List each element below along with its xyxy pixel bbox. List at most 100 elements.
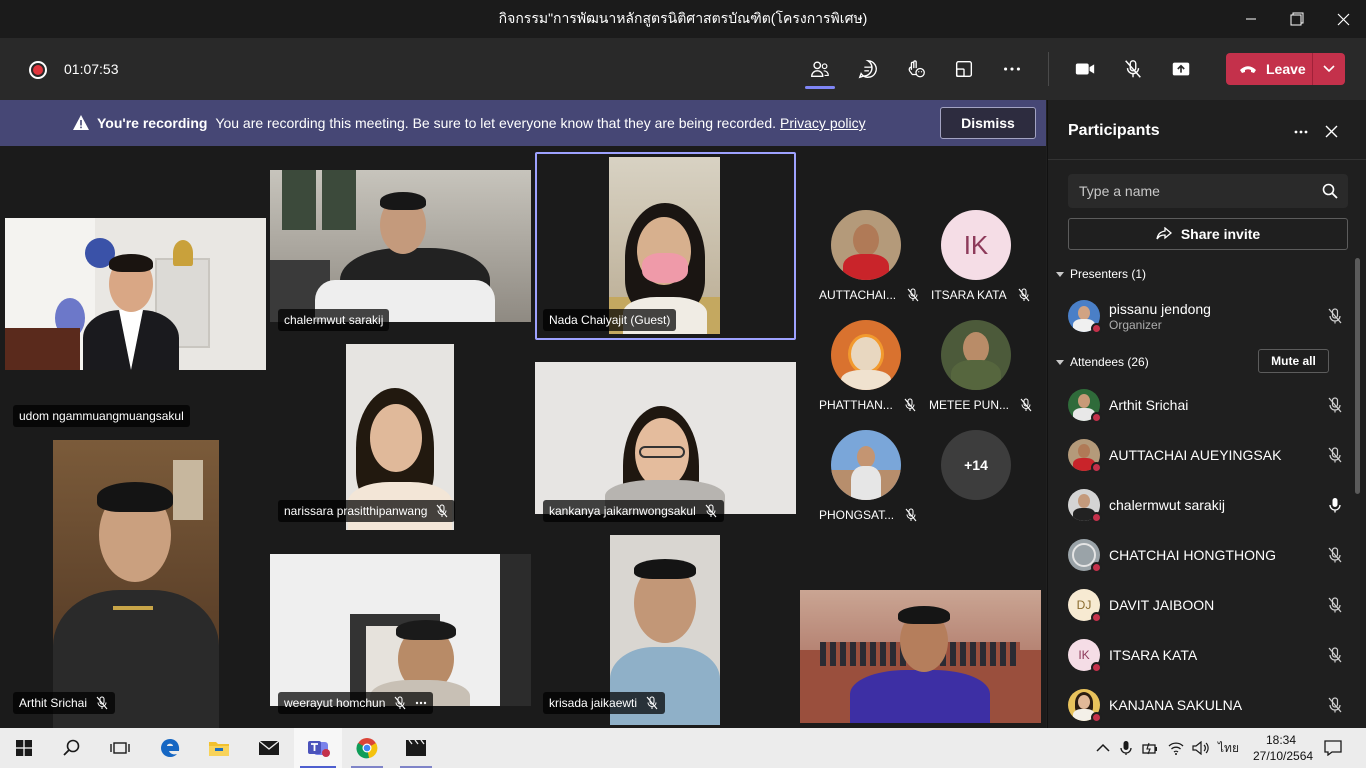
microphone-muted-icon[interactable] bbox=[1326, 396, 1344, 414]
system-tray: ไทย bbox=[1096, 728, 1239, 768]
microphone-muted-icon bbox=[904, 398, 916, 412]
privacy-policy-link[interactable]: Privacy policy bbox=[780, 115, 866, 131]
dismiss-button[interactable]: Dismiss bbox=[940, 107, 1036, 139]
file-explorer-icon[interactable] bbox=[195, 728, 243, 768]
reactions-icon[interactable] bbox=[902, 55, 930, 83]
microphone-muted-icon[interactable] bbox=[1326, 696, 1344, 714]
video-stage: udom ngammuangmuangsakul chalermwut sara… bbox=[0, 146, 1046, 728]
avatar bbox=[1068, 489, 1102, 523]
more-options-icon[interactable] bbox=[415, 701, 427, 705]
participant-row[interactable]: DJ DAVIT JAIBOON bbox=[1068, 585, 1350, 625]
banner-message: You are recording this meeting. Be sure … bbox=[215, 115, 777, 131]
presenters-section-header[interactable]: Presenters (1) bbox=[1056, 267, 1146, 281]
video-tile[interactable] bbox=[53, 440, 219, 728]
participant-name: pissanu jendong bbox=[1109, 300, 1211, 317]
microphone-muted-icon bbox=[394, 696, 406, 710]
teams-icon[interactable] bbox=[294, 728, 342, 768]
microphone-icon[interactable] bbox=[1326, 496, 1344, 514]
avatar bbox=[1068, 389, 1102, 423]
tile-nameplate: udom ngammuangmuangsakul bbox=[13, 405, 190, 427]
tile-nameplate: Arthit Srichai bbox=[13, 692, 116, 714]
wifi-icon[interactable] bbox=[1168, 741, 1184, 755]
video-tile[interactable] bbox=[270, 170, 531, 322]
microphone-muted-icon bbox=[1018, 288, 1030, 302]
recording-indicator-icon bbox=[29, 61, 47, 79]
video-tile[interactable] bbox=[535, 362, 796, 514]
battery-icon[interactable] bbox=[1142, 741, 1158, 755]
notifications-icon[interactable] bbox=[1310, 728, 1356, 768]
participant-name: AUTTACHAI AUEYINGSAK bbox=[1109, 447, 1282, 463]
self-view-tile[interactable] bbox=[800, 590, 1041, 723]
video-editor-icon[interactable] bbox=[392, 728, 440, 768]
close-icon[interactable] bbox=[1320, 0, 1366, 38]
microphone-muted-icon[interactable] bbox=[1326, 446, 1344, 464]
input-language[interactable]: ไทย bbox=[1218, 739, 1239, 758]
more-options-icon[interactable] bbox=[1290, 122, 1312, 142]
roster-name: ITSARA KATA bbox=[931, 288, 1031, 302]
participant-row[interactable]: KANJANA SAKULNA bbox=[1068, 685, 1350, 725]
windows-start-icon[interactable] bbox=[0, 728, 48, 768]
microphone-muted-icon[interactable] bbox=[1326, 546, 1344, 564]
participant-avatar[interactable] bbox=[831, 430, 901, 500]
chevron-up-icon[interactable] bbox=[1096, 743, 1110, 753]
participants-icon[interactable] bbox=[806, 55, 834, 83]
share-invite-label: Share invite bbox=[1180, 226, 1261, 242]
microphone-muted-icon[interactable] bbox=[1119, 55, 1147, 83]
participant-name: CHATCHAI HONGTHONG bbox=[1109, 547, 1276, 563]
roster-name: AUTTACHAI... bbox=[819, 288, 920, 302]
microphone-muted-icon[interactable] bbox=[1326, 307, 1344, 325]
participants-panel: Participants Share invite Presenters (1) bbox=[1047, 100, 1366, 728]
panel-scrollbar[interactable] bbox=[1355, 258, 1360, 494]
chrome-icon[interactable] bbox=[343, 728, 391, 768]
video-tile[interactable] bbox=[270, 554, 531, 706]
restore-icon[interactable] bbox=[1274, 0, 1320, 38]
participant-name: DAVIT JAIBOON bbox=[1109, 597, 1215, 613]
edge-icon[interactable] bbox=[146, 728, 194, 768]
participant-name: ITSARA KATA bbox=[1109, 647, 1198, 663]
camera-icon[interactable] bbox=[1071, 55, 1099, 83]
participant-avatar[interactable] bbox=[831, 320, 901, 390]
mute-all-button[interactable]: Mute all bbox=[1258, 349, 1329, 373]
microphone-muted-icon[interactable] bbox=[1326, 596, 1344, 614]
more-participants-button[interactable]: +14 bbox=[941, 430, 1011, 500]
participant-avatar[interactable]: IK bbox=[941, 210, 1011, 280]
microphone-muted-icon bbox=[1020, 398, 1032, 412]
microphone-muted-icon bbox=[646, 696, 658, 710]
video-tile[interactable] bbox=[5, 218, 266, 370]
tile-nameplate: kankanya jaikarnwongsakul bbox=[543, 500, 724, 522]
leave-main[interactable]: Leave bbox=[1226, 53, 1312, 85]
microphone-muted-icon[interactable] bbox=[1326, 646, 1344, 664]
search-icon[interactable] bbox=[1322, 183, 1338, 199]
leave-button[interactable]: Leave bbox=[1226, 53, 1345, 85]
task-view-icon[interactable] bbox=[96, 728, 144, 768]
close-panel-icon[interactable] bbox=[1320, 120, 1342, 142]
mail-icon[interactable] bbox=[245, 728, 293, 768]
participant-row[interactable]: Arthit Srichai bbox=[1068, 385, 1350, 425]
search-input[interactable] bbox=[1068, 174, 1348, 208]
breakout-rooms-icon[interactable] bbox=[950, 55, 978, 83]
microphone-icon[interactable] bbox=[1120, 740, 1132, 756]
volume-icon[interactable] bbox=[1192, 741, 1210, 755]
more-actions-icon[interactable] bbox=[998, 55, 1026, 83]
participant-avatar[interactable] bbox=[941, 320, 1011, 390]
chat-icon[interactable] bbox=[854, 55, 882, 83]
meeting-timer: 01:07:53 bbox=[64, 61, 119, 77]
chevron-down-icon[interactable] bbox=[1313, 65, 1345, 73]
avatar: IK bbox=[1068, 639, 1102, 673]
participant-row[interactable]: IK ITSARA KATA bbox=[1068, 635, 1350, 675]
participant-row[interactable]: chalermwut sarakij bbox=[1068, 485, 1350, 525]
minimize-icon[interactable] bbox=[1228, 0, 1274, 38]
share-screen-icon[interactable] bbox=[1167, 55, 1195, 83]
taskbar-clock[interactable]: 18:34 27/10/2564 bbox=[1253, 732, 1313, 764]
participant-row[interactable]: pissanu jendong Organizer bbox=[1068, 296, 1350, 336]
participant-avatar[interactable] bbox=[831, 210, 901, 280]
share-invite-button[interactable]: Share invite bbox=[1068, 218, 1348, 250]
tile-nameplate: narissara prasitthipanwang bbox=[278, 500, 456, 522]
attendees-section-header[interactable]: Attendees (26) bbox=[1056, 355, 1149, 369]
participant-row[interactable]: AUTTACHAI AUEYINGSAK bbox=[1068, 435, 1350, 475]
tile-nameplate: weerayut homchun bbox=[278, 692, 434, 714]
active-tab-indicator bbox=[805, 86, 835, 89]
search-icon[interactable] bbox=[48, 728, 96, 768]
meeting-toolbar: 01:07:53 bbox=[0, 38, 1366, 100]
participant-row[interactable]: CHATCHAI HONGTHONG bbox=[1068, 535, 1350, 575]
